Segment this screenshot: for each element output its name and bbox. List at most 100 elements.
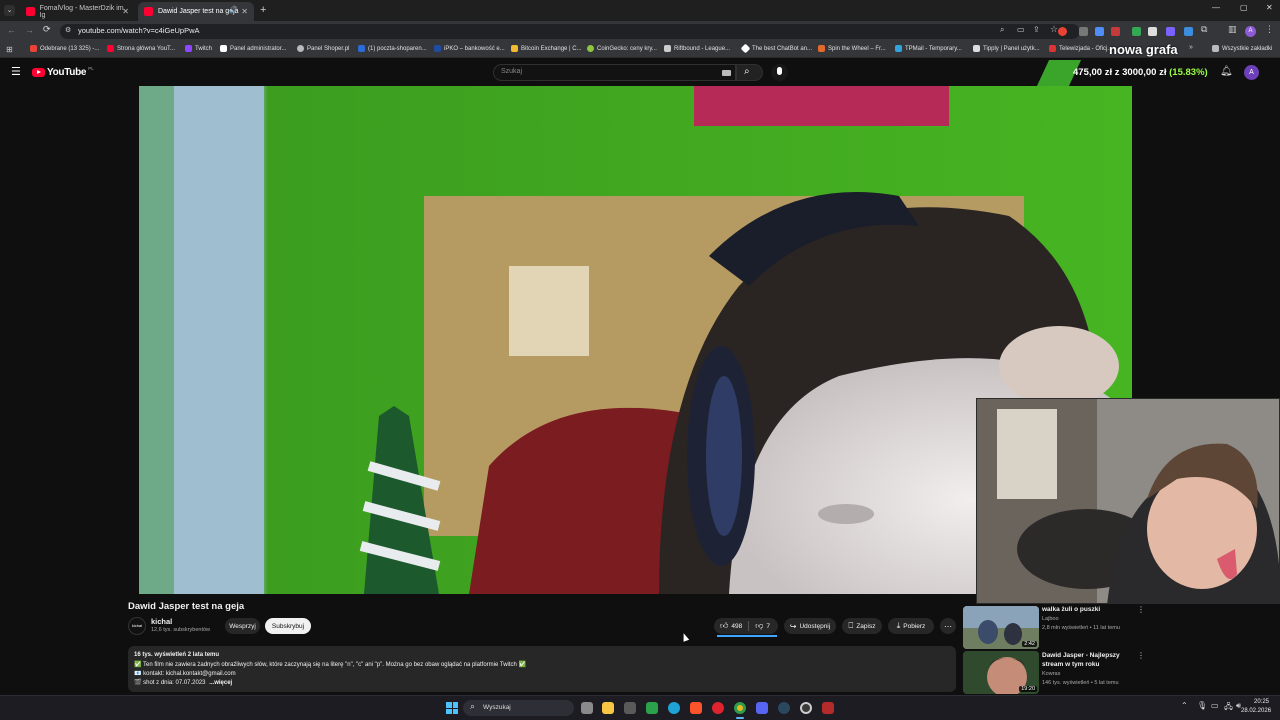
related-video-menu-icon[interactable]: ⋮ bbox=[1137, 605, 1145, 614]
profile-avatar[interactable]: A bbox=[1245, 26, 1256, 37]
related-video-title[interactable]: walka żuli o puszki bbox=[1042, 606, 1100, 613]
bookmark-item[interactable]: Odebrane (13 325) -... bbox=[30, 45, 99, 52]
menu-kebab-icon[interactable]: ⋮ bbox=[1265, 24, 1274, 35]
all-bookmarks-folder[interactable]: Wszystkie zakładki bbox=[1212, 45, 1272, 52]
related-video-channel[interactable]: Lajboo bbox=[1042, 616, 1059, 622]
related-video-menu-icon[interactable]: ⋮ bbox=[1137, 651, 1145, 660]
app-icon[interactable] bbox=[822, 702, 834, 714]
extension-icon[interactable] bbox=[1058, 27, 1067, 36]
back-icon[interactable]: ← bbox=[7, 25, 16, 35]
brave-icon[interactable] bbox=[690, 702, 702, 714]
bookmark-item[interactable]: Tipply | Panel użytk... bbox=[973, 45, 1040, 52]
microphone-tray-icon[interactable]: 🎙︎ bbox=[1197, 701, 1207, 710]
video-description[interactable]: 16 tys. wyświetleń 2 lata temu ✅ Ten fil… bbox=[128, 646, 956, 692]
related-video-title[interactable]: Dawid Jasper - Najlepszy bbox=[1042, 652, 1120, 659]
obs-icon[interactable] bbox=[800, 702, 812, 714]
clock-time[interactable]: 20:25 bbox=[1254, 699, 1269, 705]
voice-search-button[interactable] bbox=[771, 64, 788, 81]
search-button[interactable]: ⌕ bbox=[736, 64, 763, 81]
share-icon[interactable]: ⇪ bbox=[1033, 25, 1040, 34]
close-tab-icon[interactable]: ✕ bbox=[241, 7, 248, 16]
taskbar-search[interactable]: ⌕ Wyszukaj bbox=[463, 700, 574, 716]
extension-icon[interactable] bbox=[1132, 27, 1141, 36]
zoom-icon[interactable]: ⌕ bbox=[1000, 25, 1004, 35]
cast-icon[interactable]: ▭ bbox=[1017, 25, 1025, 34]
related-video-title-cont[interactable]: stream w tym roku bbox=[1042, 661, 1099, 668]
notifications-bell-icon[interactable]: 🔔︎ bbox=[1220, 66, 1233, 77]
bookmark-item[interactable]: Twitch bbox=[185, 45, 212, 52]
display-tray-icon[interactable]: ▭ bbox=[1211, 701, 1219, 710]
apps-grid-icon[interactable]: ⊞ bbox=[6, 45, 13, 54]
more-actions-button[interactable]: ⋯ bbox=[940, 618, 956, 634]
task-view-icon[interactable] bbox=[581, 702, 593, 714]
forward-icon[interactable]: → bbox=[25, 25, 34, 35]
bookmark-item[interactable]: Riftbound - League... bbox=[664, 45, 730, 52]
bookmark-item[interactable]: Bitcoin Exchange | C... bbox=[511, 45, 582, 52]
show-more-link[interactable]: ...więcej bbox=[209, 680, 232, 686]
file-explorer-icon[interactable] bbox=[602, 702, 614, 714]
steam-icon[interactable] bbox=[778, 702, 790, 714]
opera-icon[interactable] bbox=[712, 702, 724, 714]
bookmark-item[interactable]: Panel Shoper.pl bbox=[297, 45, 349, 52]
keyboard-icon[interactable] bbox=[722, 70, 731, 76]
extension-icon[interactable] bbox=[1095, 27, 1104, 36]
channel-name[interactable]: kichal bbox=[151, 617, 172, 626]
bookmark-item[interactable]: Strona główna YouT... bbox=[107, 45, 175, 52]
address-bar[interactable]: ⚙ youtube.com/watch?v=c4iGeUpPwA ⌕ ▭ ⇪ ☆ bbox=[60, 24, 1080, 39]
clock-date[interactable]: 28.02.2026 bbox=[1241, 708, 1271, 714]
network-icon[interactable]: 🖧 bbox=[1224, 701, 1233, 715]
close-window-icon[interactable]: ✕ bbox=[1266, 3, 1273, 12]
close-tab-icon[interactable]: ✕ bbox=[122, 7, 129, 16]
related-video-thumbnail[interactable]: 2:42 bbox=[963, 606, 1039, 649]
edge-icon[interactable] bbox=[668, 702, 680, 714]
bookmark-item[interactable]: Telewizjada - Oficj... bbox=[1049, 45, 1112, 52]
tray-chevron-icon[interactable]: ⌃ bbox=[1181, 701, 1188, 710]
more-horizontal-icon: ⋯ bbox=[944, 621, 952, 631]
share-button[interactable]: ↪ Udostępnij bbox=[784, 618, 836, 634]
bookmark-item[interactable]: TPMail - Temporary... bbox=[895, 45, 962, 52]
calculator-icon[interactable] bbox=[624, 702, 636, 714]
new-tab-button[interactable]: + bbox=[260, 4, 266, 16]
hamburger-menu-icon[interactable]: ☰ bbox=[11, 65, 21, 78]
speaker-icon[interactable]: 🔊 bbox=[229, 6, 238, 14]
side-panel-icon[interactable]: ▥ bbox=[1228, 24, 1237, 35]
video-duration: 19:20 bbox=[1019, 686, 1037, 692]
tab-list-button[interactable]: ⌄ bbox=[4, 5, 15, 16]
maximize-icon[interactable]: ▢ bbox=[1240, 3, 1248, 12]
bookmark-item[interactable]: Spin the Wheel – Fr... bbox=[818, 45, 886, 52]
discord-icon[interactable] bbox=[756, 702, 768, 714]
minimize-icon[interactable]: — bbox=[1212, 3, 1220, 12]
bookmarks-overflow-icon[interactable]: » bbox=[1189, 44, 1193, 51]
extension-icon[interactable] bbox=[1184, 27, 1193, 36]
subscribe-button[interactable]: Subskrybuj bbox=[265, 618, 311, 634]
extension-icon[interactable] bbox=[1111, 27, 1120, 36]
extensions-puzzle-icon[interactable]: ⧉ bbox=[1201, 24, 1207, 35]
search-input[interactable]: Szukaj bbox=[493, 64, 736, 81]
start-windows-icon[interactable] bbox=[446, 702, 458, 714]
bookmark-item[interactable]: CoinGecko: ceny kry... bbox=[587, 45, 657, 52]
download-button[interactable]: ⤓ Pobierz bbox=[888, 618, 934, 634]
related-video-channel[interactable]: Kowras bbox=[1042, 671, 1060, 677]
bookmark-item[interactable]: (1) poczta-shoparen... bbox=[358, 45, 427, 52]
channel-avatar[interactable]: kichal bbox=[128, 617, 146, 635]
bookmark-item[interactable]: iPKO – bankowość e... bbox=[434, 45, 505, 52]
dislike-button[interactable]: 👎︎ 7 bbox=[755, 621, 770, 631]
extension-icon[interactable] bbox=[1079, 27, 1088, 36]
account-avatar[interactable]: A bbox=[1244, 65, 1259, 80]
bookmark-item[interactable]: The best ChatBot an... bbox=[740, 43, 812, 54]
related-video-thumbnail[interactable]: 19:20 bbox=[963, 651, 1039, 694]
reload-icon[interactable]: ⟳ bbox=[43, 24, 51, 35]
bookmark-star-icon[interactable]: ☆ bbox=[1050, 24, 1058, 35]
extension-icon[interactable] bbox=[1148, 27, 1157, 36]
save-button[interactable]: ⎕ Zapisz bbox=[842, 618, 882, 634]
tab-fomalvlog[interactable]: FomalVlog - MasterDzik im. Ig ✕ bbox=[20, 2, 135, 21]
chrome-icon[interactable] bbox=[734, 702, 746, 714]
app-icon[interactable] bbox=[646, 702, 658, 714]
support-button[interactable]: Wesprzyj bbox=[225, 618, 260, 634]
site-info-icon[interactable]: ⚙ bbox=[65, 26, 71, 34]
youtube-logo[interactable]: YouTube PL bbox=[32, 66, 94, 78]
tab-dawid-jasper[interactable]: Dawid Jasper test na geja 🔊 ✕ bbox=[138, 2, 254, 21]
extension-icon[interactable] bbox=[1166, 27, 1175, 36]
like-button[interactable]: 👍︎ 498 bbox=[714, 621, 742, 631]
bookmark-item[interactable]: Panel administrator... bbox=[220, 45, 286, 52]
